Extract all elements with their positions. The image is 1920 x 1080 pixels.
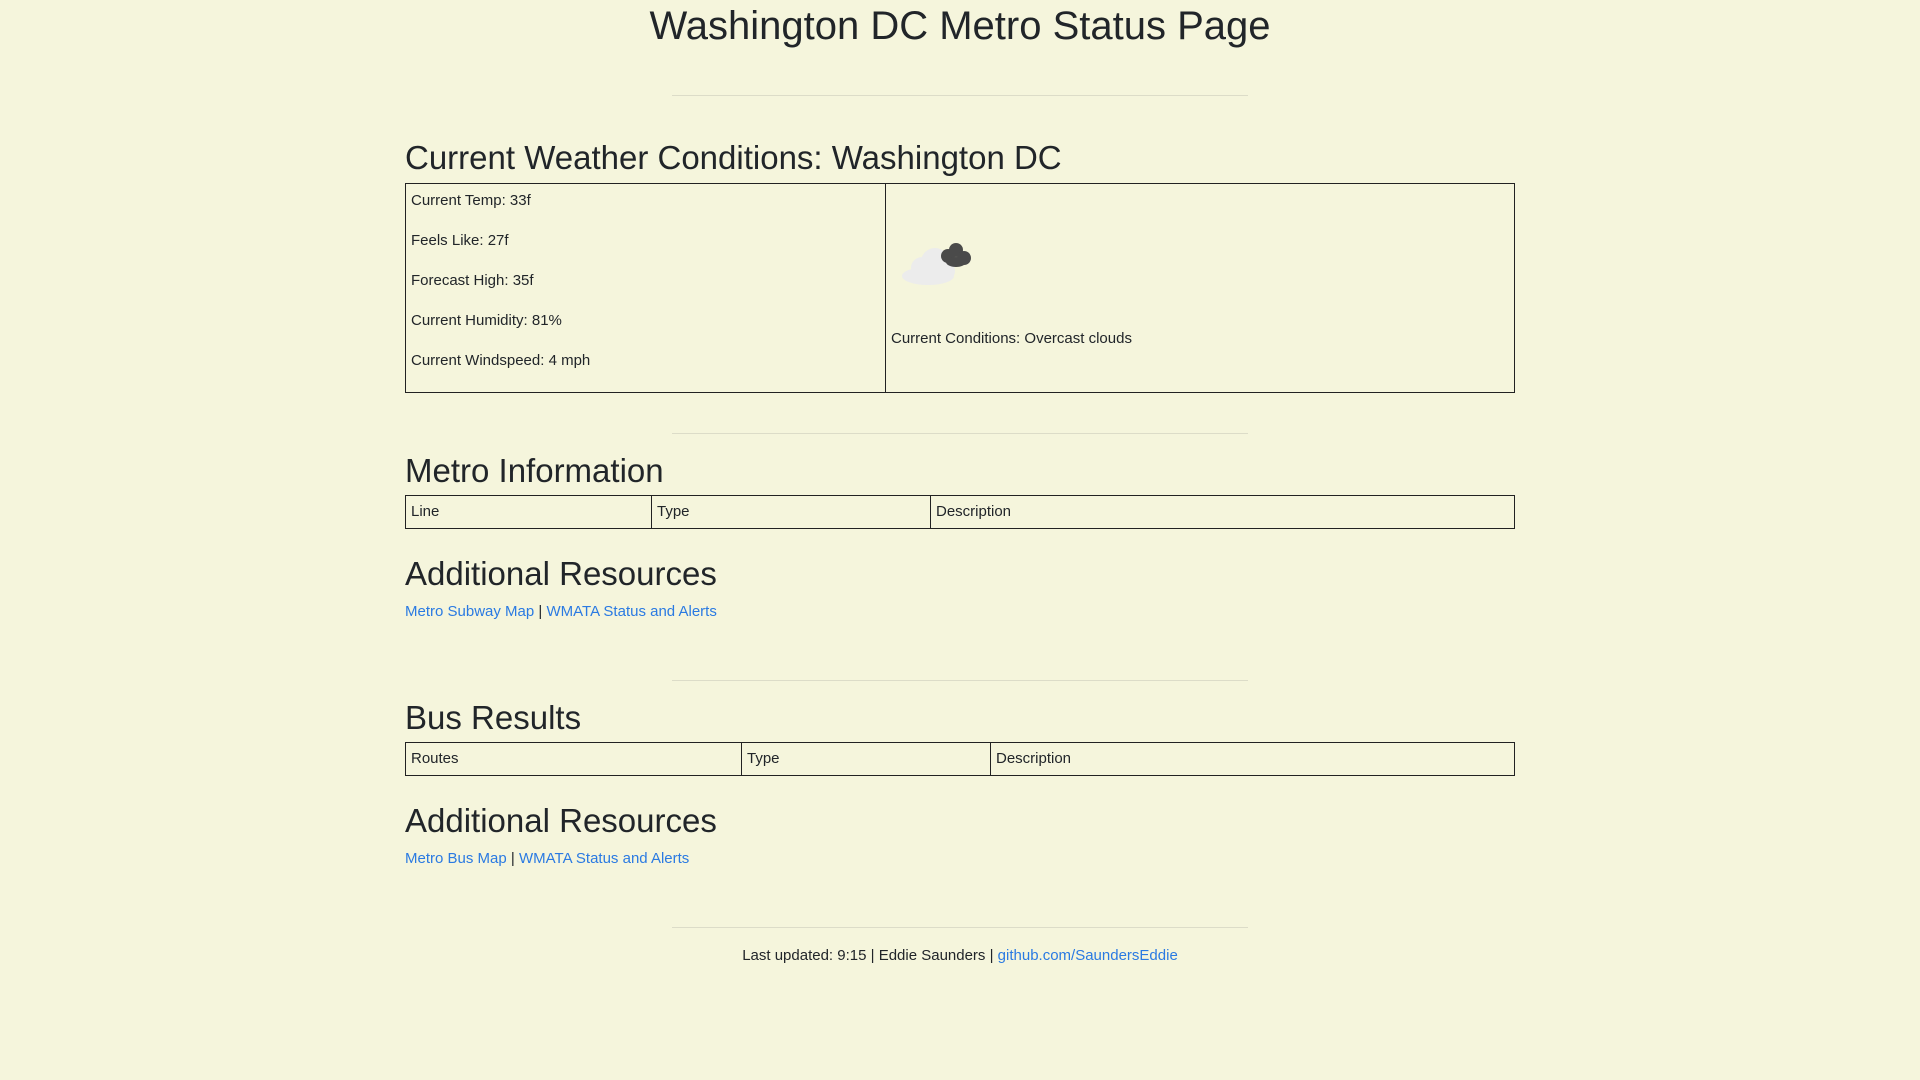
page: Washington DC Metro Status Page Current …	[0, 0, 1920, 1080]
bus-resources-heading: Additional Resources	[405, 802, 717, 839]
metro-table: Line Type Description	[405, 495, 1515, 529]
metro-resource-links: Metro Subway Map | WMATA Status and Aler…	[405, 602, 717, 622]
metro-bus-map-link[interactable]: Metro Bus Map	[405, 850, 507, 867]
divider	[672, 680, 1248, 681]
weather-details: Current Temp: 33f Feels Like: 27f Foreca…	[406, 184, 886, 392]
divider	[672, 95, 1248, 96]
bus-heading: Bus Results	[405, 699, 582, 736]
github-link[interactable]: github.com/SaundersEddie	[998, 947, 1178, 964]
current-temp: Current Temp: 33f	[411, 192, 531, 209]
metro-column-line: Line	[406, 496, 652, 528]
weather-heading: Current Weather Conditions: Washington D…	[405, 139, 1062, 176]
bus-resource-links: Metro Bus Map | WMATA Status and Alerts	[405, 849, 689, 869]
bus-table: Routes Type Description	[405, 742, 1515, 776]
footer: Last updated: 9:15 | Eddie Saunders | gi…	[0, 946, 1920, 966]
wmata-status-alerts-link[interactable]: WMATA Status and Alerts	[519, 850, 689, 867]
metro-resources-heading: Additional Resources	[405, 555, 717, 592]
metro-column-description: Description	[936, 503, 1012, 520]
metro-subway-map-link[interactable]: Metro Subway Map	[405, 603, 534, 620]
page-title: Washington DC Metro Status Page	[649, 4, 1271, 48]
bus-column-routes: Routes	[406, 743, 742, 775]
footer-text: Last updated: 9:15 | Eddie Saunders |	[742, 947, 998, 964]
current-windspeed: Current Windspeed: 4 mph	[411, 352, 591, 369]
weather-table: Current Temp: 33f Feels Like: 27f Foreca…	[405, 183, 1515, 393]
overcast-clouds-icon	[902, 243, 971, 285]
current-humidity: Current Humidity: 81%	[411, 312, 562, 329]
link-separator: |	[538, 603, 543, 620]
metro-column-type: Type	[652, 496, 931, 528]
metro-heading: Metro Information	[405, 452, 664, 489]
wmata-status-alerts-link[interactable]: WMATA Status and Alerts	[546, 603, 716, 620]
divider	[672, 433, 1248, 434]
forecast-high: Forecast High: 35f	[411, 272, 534, 289]
link-separator: |	[510, 850, 515, 867]
bus-column-type: Type	[742, 743, 991, 775]
weather-conditions-cell: Current Conditions: Overcast clouds	[886, 184, 1514, 392]
divider	[672, 927, 1248, 928]
current-conditions: Current Conditions: Overcast clouds	[891, 330, 1132, 347]
feels-like: Feels Like: 27f	[411, 232, 509, 249]
bus-column-description: Description	[996, 750, 1072, 767]
